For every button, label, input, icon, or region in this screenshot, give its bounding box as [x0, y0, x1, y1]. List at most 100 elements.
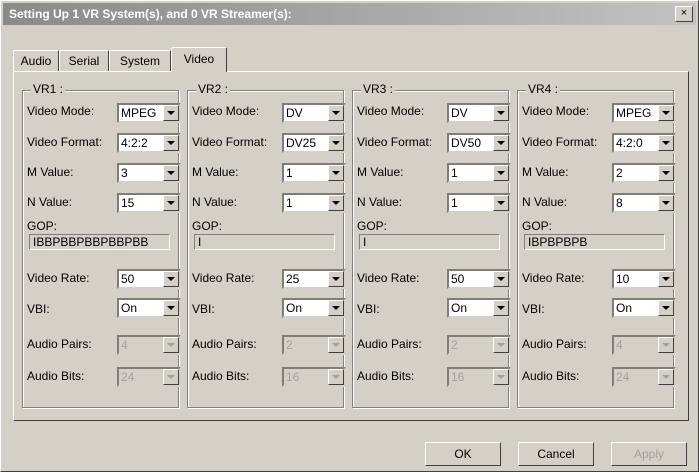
vr3-video-format-value: DV50	[451, 136, 482, 150]
vr2-audio-pairs-select: 2	[282, 335, 346, 355]
chevron-down-icon[interactable]	[163, 165, 179, 181]
chevron-down-icon	[163, 369, 179, 385]
chevron-down-icon[interactable]	[328, 300, 344, 316]
chevron-down-icon[interactable]	[658, 300, 674, 316]
chevron-down-icon[interactable]	[328, 165, 344, 181]
vr1-gop-display: IBBPBBPBBPBBPBB	[29, 234, 170, 250]
vr2-n-value-select[interactable]: 1	[282, 193, 346, 213]
vr1-m-value-select[interactable]: 3	[117, 163, 181, 183]
vr1-n-value-select[interactable]: 15	[117, 193, 181, 213]
vr3-audio-pairs-value: 2	[451, 338, 458, 352]
chevron-down-icon	[493, 369, 509, 385]
vr4-video-mode-value: MPEG	[616, 106, 652, 120]
tab-video[interactable]: Video	[171, 47, 227, 72]
chevron-down-icon[interactable]	[163, 300, 179, 316]
vr1-video-mode-select[interactable]: MPEG	[117, 103, 181, 123]
chevron-down-icon	[328, 369, 344, 385]
chevron-down-icon[interactable]	[328, 271, 344, 287]
tab-system[interactable]: System	[109, 50, 171, 71]
vr4-m-value-select[interactable]: 2	[612, 163, 676, 183]
vr4-vbi-select[interactable]: On	[612, 298, 676, 318]
chevron-down-icon[interactable]	[163, 105, 179, 121]
audio-pairs-label: Audio Pairs:	[522, 337, 587, 351]
vr2-vbi-select[interactable]: On	[282, 298, 346, 318]
vr2-gop-display: I	[194, 234, 335, 250]
vr2-group: VR2 : Video Mode: DV Video Format: DV25 …	[187, 82, 346, 408]
title-bar[interactable]: Setting Up 1 VR System(s), and 0 VR Stre…	[3, 3, 696, 25]
vr3-m-value-select[interactable]: 1	[447, 163, 511, 183]
vr1-vbi-value: On	[121, 301, 138, 315]
vr1-vbi-select[interactable]: On	[117, 298, 181, 318]
chevron-down-icon[interactable]	[493, 195, 509, 211]
vr2-n-value-value: 1	[286, 196, 293, 210]
chevron-down-icon[interactable]	[493, 105, 509, 121]
vr3-vbi-value: On	[451, 301, 468, 315]
vr1-video-format-select[interactable]: 4:2:2	[117, 133, 181, 153]
vr4-video-mode-select[interactable]: MPEG	[612, 103, 676, 123]
video-tab-panel: VR1 : Video Mode: MPEG Video Format: 4:2…	[13, 71, 689, 421]
gop-label: GOP:	[357, 219, 388, 233]
audio-bits-label: Audio Bits:	[27, 369, 85, 383]
video-mode-label: Video Mode:	[192, 104, 260, 118]
chevron-down-icon[interactable]	[658, 271, 674, 287]
chevron-down-icon[interactable]	[493, 135, 509, 151]
vr3-video-format-select[interactable]: DV50	[447, 133, 511, 153]
video-mode-label: Video Mode:	[522, 104, 590, 118]
vr3-vbi-select[interactable]: On	[447, 298, 511, 318]
chevron-down-icon[interactable]	[163, 135, 179, 151]
cancel-button[interactable]: Cancel	[518, 442, 594, 466]
video-format-label: Video Format:	[27, 135, 103, 149]
chevron-down-icon[interactable]	[658, 105, 674, 121]
video-mode-label: Video Mode:	[357, 104, 425, 118]
vr4-video-format-select[interactable]: 4:2:0	[612, 133, 676, 153]
chevron-down-icon[interactable]	[493, 271, 509, 287]
chevron-down-icon[interactable]	[328, 135, 344, 151]
vr1-video-rate-select[interactable]: 50	[117, 269, 181, 289]
audio-pairs-label: Audio Pairs:	[357, 337, 422, 351]
audio-pairs-label: Audio Pairs:	[192, 337, 257, 351]
chevron-down-icon[interactable]	[658, 165, 674, 181]
vr2-audio-pairs-value: 2	[286, 338, 293, 352]
vr4-vbi-value: On	[616, 301, 633, 315]
vr2-video-rate-select[interactable]: 25	[282, 269, 346, 289]
settings-dialog: Setting Up 1 VR System(s), and 0 VR Stre…	[0, 0, 699, 472]
vr1-m-value-value: 3	[121, 166, 128, 180]
chevron-down-icon	[493, 337, 509, 353]
tab-audio[interactable]: Audio	[13, 50, 59, 71]
gop-label: GOP:	[192, 219, 223, 233]
ok-button[interactable]: OK	[425, 442, 501, 466]
close-button[interactable]: ×	[675, 6, 693, 22]
chevron-down-icon[interactable]	[328, 195, 344, 211]
vr2-m-value-value: 1	[286, 166, 293, 180]
vr1-video-format-value: 4:2:2	[121, 136, 148, 150]
n-value-label: N Value:	[27, 195, 73, 209]
vr3-m-value-value: 1	[451, 166, 458, 180]
apply-button: Apply	[611, 442, 687, 466]
chevron-down-icon[interactable]	[163, 271, 179, 287]
vr3-video-rate-select[interactable]: 50	[447, 269, 511, 289]
chevron-down-icon	[328, 337, 344, 353]
tab-serial[interactable]: Serial	[59, 50, 109, 71]
chevron-down-icon[interactable]	[493, 300, 509, 316]
vr2-video-format-select[interactable]: DV25	[282, 133, 346, 153]
chevron-down-icon[interactable]	[328, 105, 344, 121]
chevron-down-icon[interactable]	[658, 135, 674, 151]
vr4-video-format-value: 4:2:0	[616, 136, 643, 150]
vr2-video-mode-select[interactable]: DV	[282, 103, 346, 123]
gop-label: GOP:	[27, 219, 58, 233]
video-format-label: Video Format:	[357, 135, 433, 149]
vr2-vbi-value: On	[286, 301, 303, 315]
chevron-down-icon[interactable]	[658, 195, 674, 211]
chevron-down-icon[interactable]	[493, 165, 509, 181]
vr2-m-value-select[interactable]: 1	[282, 163, 346, 183]
vbi-label: VBI:	[357, 302, 380, 316]
vr3-video-mode-select[interactable]: DV	[447, 103, 511, 123]
vr4-n-value-select[interactable]: 8	[612, 193, 676, 213]
vr4-audio-bits-value: 24	[616, 370, 630, 384]
vbi-label: VBI:	[192, 302, 215, 316]
chevron-down-icon[interactable]	[163, 195, 179, 211]
vr3-n-value-select[interactable]: 1	[447, 193, 511, 213]
vr4-video-rate-select[interactable]: 10	[612, 269, 676, 289]
audio-pairs-label: Audio Pairs:	[27, 337, 92, 351]
audio-bits-label: Audio Bits:	[522, 369, 580, 383]
